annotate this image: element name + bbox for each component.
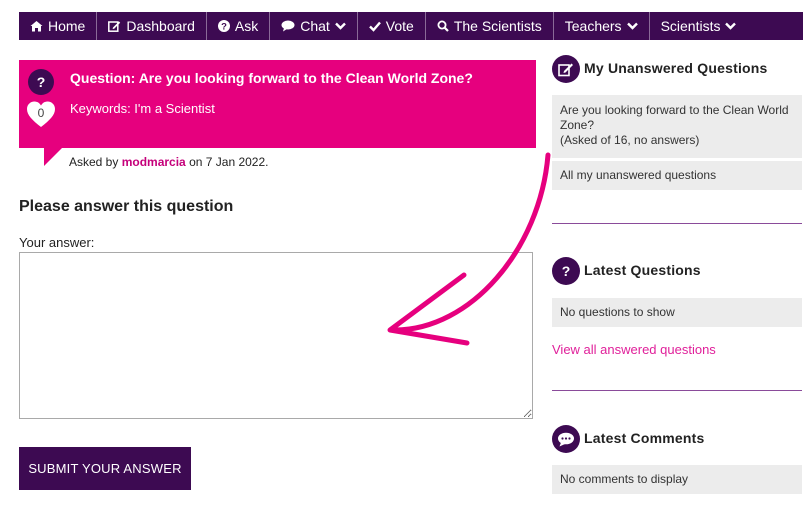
unanswered-item-text: Are you looking forward to the Clean Wor… xyxy=(560,103,789,132)
home-icon xyxy=(30,20,43,32)
svg-text:?: ? xyxy=(221,22,227,33)
question-circle-icon: ? xyxy=(217,20,230,33)
nav-scientists-label: Scientists xyxy=(660,18,721,34)
asked-by-line: Asked by modmarcia on 7 Jan 2022. xyxy=(69,155,268,169)
asked-date: on 7 Jan 2022. xyxy=(189,155,269,169)
nav-vote[interactable]: Vote xyxy=(358,12,426,40)
question-keywords: Keywords: I'm a Scientist xyxy=(70,101,215,116)
answer-heading: Please answer this question xyxy=(19,198,234,215)
question-mark-icon: ? xyxy=(28,69,54,95)
search-icon xyxy=(437,20,449,32)
nav-chat-label: Chat xyxy=(300,18,330,34)
submit-answer-button[interactable]: SUBMIT YOUR ANSWER xyxy=(19,447,191,490)
asked-prefix: Asked by xyxy=(69,155,119,169)
answer-textarea[interactable] xyxy=(19,252,533,419)
chat-bubble-icon xyxy=(281,20,295,32)
chevron-down-icon xyxy=(626,22,638,30)
edit-icon xyxy=(552,55,580,83)
nav-teachers-label: Teachers xyxy=(564,18,622,34)
nav-vote-label: Vote xyxy=(385,18,414,34)
nav-dashboard-label: Dashboard xyxy=(126,18,195,34)
latest-questions-empty: No questions to show xyxy=(552,298,802,327)
like-count: 0 xyxy=(37,106,45,120)
answer-label: Your answer: xyxy=(19,235,95,250)
nav-the-scientists[interactable]: The Scientists xyxy=(426,12,554,40)
author-link[interactable]: modmarcia xyxy=(122,155,186,169)
chevron-down-icon xyxy=(334,22,346,30)
unanswered-heading: My Unanswered Questions xyxy=(584,60,768,76)
question-card-tail xyxy=(44,148,62,166)
nav-teachers[interactable]: Teachers xyxy=(554,12,650,40)
all-unanswered-link[interactable]: All my unanswered questions xyxy=(552,161,802,190)
main-nav: Home Dashboard ? Ask Chat Vote The Scien… xyxy=(19,12,803,40)
unanswered-item[interactable]: Are you looking forward to the Clean Wor… xyxy=(552,95,802,158)
nav-chat[interactable]: Chat xyxy=(270,12,358,40)
check-icon xyxy=(368,21,381,32)
chat-bubble-icon xyxy=(552,425,580,453)
edit-icon xyxy=(108,20,121,32)
latest-questions-heading: Latest Questions xyxy=(584,262,701,278)
sidebar-divider xyxy=(552,223,802,224)
nav-scientists[interactable]: Scientists xyxy=(650,12,748,40)
nav-home[interactable]: Home xyxy=(19,12,98,40)
nav-ask-label: Ask xyxy=(234,18,259,34)
latest-comments-heading: Latest Comments xyxy=(584,430,705,446)
nav-the-scientists-label: The Scientists xyxy=(453,18,542,34)
question-mark-icon: ? xyxy=(552,257,580,285)
chevron-down-icon xyxy=(725,22,737,30)
nav-dashboard[interactable]: Dashboard xyxy=(97,12,207,40)
question-title: Question: Are you looking forward to the… xyxy=(70,70,473,86)
view-answered-link[interactable]: View all answered questions xyxy=(552,342,716,357)
nav-home-label: Home xyxy=(48,18,86,34)
sidebar-divider xyxy=(552,390,802,391)
latest-comments-empty: No comments to display xyxy=(552,465,802,494)
unanswered-item-meta: (Asked of 16, no answers) xyxy=(560,133,700,147)
nav-ask[interactable]: ? Ask xyxy=(207,12,271,40)
